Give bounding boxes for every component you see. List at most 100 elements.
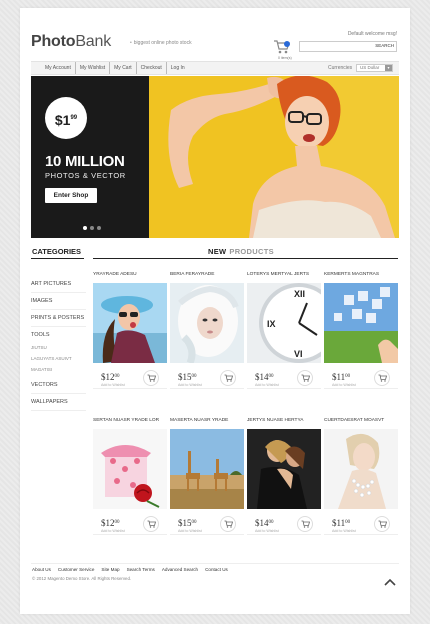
- footer-link-advanced-search[interactable]: Advanced Search: [162, 567, 198, 572]
- new-products-heading-light: PRODUCTS: [229, 247, 274, 256]
- currency-label: Currencies: [328, 65, 353, 71]
- product-card[interactable]: CUERTDAESRAT MOASVT $1100 Add to Wishlist: [324, 417, 398, 535]
- product-image[interactable]: [93, 429, 167, 509]
- category-item[interactable]: VECTORS: [31, 377, 86, 394]
- cart-count[interactable]: 0 item(s): [278, 56, 292, 60]
- product-card[interactable]: LOTERYS MERTYAL JERTS XII IX VI $1400 Add to …: [247, 271, 321, 389]
- product-name[interactable]: MASERTA NUASR YRADE: [170, 417, 244, 429]
- tagline: biggest online photo stock: [130, 40, 192, 46]
- footer-link-search-terms[interactable]: Search Terms: [127, 567, 155, 572]
- chevron-down-icon: ▾: [385, 65, 392, 71]
- new-products-heading: NEW PRODUCTS: [208, 247, 274, 256]
- add-to-cart-icon[interactable]: [374, 516, 390, 532]
- banner-panel: $199 10 MILLION PHOTOS & VECTOR Enter Sh…: [31, 76, 149, 238]
- add-to-wishlist-link[interactable]: Add to Wishlist: [332, 529, 356, 533]
- categories-list: ART PICTURES IMAGES PRINTS & POSTERS TOOLS J…: [31, 276, 86, 411]
- footer-link-site-map[interactable]: Site Map: [101, 567, 119, 572]
- category-item[interactable]: TOOLS: [31, 327, 86, 344]
- category-subitem[interactable]: LAGUYATS ASUIVT: [31, 355, 86, 366]
- add-to-wishlist-link[interactable]: Add to Wishlist: [255, 529, 279, 533]
- product-image[interactable]: [247, 429, 321, 509]
- price-cents: 99: [70, 115, 78, 121]
- price-main: $1: [54, 112, 71, 128]
- category-item[interactable]: ART PICTURES: [31, 276, 86, 293]
- product-footer: $1100 Add to Wishlist: [324, 509, 398, 535]
- add-to-wishlist-link[interactable]: Add to Wishlist: [255, 383, 279, 387]
- divider: [31, 258, 84, 259]
- hero-banner[interactable]: $199 10 MILLION PHOTOS & VECTOR Enter Sh…: [31, 76, 399, 238]
- add-to-wishlist-link[interactable]: Add to Wishlist: [178, 383, 202, 387]
- add-to-wishlist-link[interactable]: Add to Wishlist: [178, 529, 202, 533]
- product-name[interactable]: KERMERTS MAGNTRAS: [324, 271, 398, 283]
- category-item[interactable]: IMAGES: [31, 293, 86, 310]
- svg-text:XII: XII: [294, 289, 305, 299]
- add-to-cart-icon[interactable]: [143, 516, 159, 532]
- footer-link-customer-service[interactable]: Customer Service: [58, 567, 95, 572]
- add-to-cart-icon[interactable]: [374, 370, 390, 386]
- enter-shop-button[interactable]: Enter Shop: [45, 188, 97, 203]
- search-input[interactable]: SEARCH: [299, 41, 397, 52]
- product-image[interactable]: [170, 429, 244, 509]
- footer-link-about-us[interactable]: About Us: [32, 567, 51, 572]
- product-card[interactable]: SERTAN NUASR YRADE LOR $1200 Add to Wishli…: [93, 417, 167, 535]
- category-item[interactable]: PRINTS & POSTERS: [31, 310, 86, 327]
- slider-dot[interactable]: [97, 226, 101, 230]
- slider-dots: [83, 226, 101, 230]
- welcome-message: Default welcome msg!: [347, 31, 397, 37]
- product-price: $1100: [332, 372, 350, 382]
- add-to-cart-icon[interactable]: [143, 370, 159, 386]
- product-image[interactable]: [170, 283, 244, 363]
- product-card[interactable]: JERTYS NUASE HERTYA $1400 Add to Wishlist: [247, 417, 321, 535]
- banner-subtitle: PHOTOS & VECTOR: [45, 171, 126, 180]
- chevron-up-icon[interactable]: [383, 574, 397, 586]
- slider-dot[interactable]: [90, 226, 94, 230]
- price-cents: 00: [191, 520, 197, 525]
- product-image[interactable]: [93, 283, 167, 363]
- price-main: $11: [332, 518, 346, 528]
- currency-value: US Dollar: [360, 65, 380, 70]
- product-image[interactable]: [324, 429, 398, 509]
- product-card[interactable]: YRAYRADE ADESU $1200 Add to Wishlist: [93, 271, 167, 389]
- topnav-link-log-in[interactable]: Log In: [165, 62, 189, 74]
- price-cents: 00: [345, 520, 351, 525]
- product-name[interactable]: LOTERYS MERTYAL JERTS: [247, 271, 321, 283]
- logo[interactable]: PhotoBank: [31, 33, 111, 51]
- product-price: $1400: [255, 372, 274, 382]
- product-card[interactable]: KERMERTS MAGNTRAS $1100 Add to Wishlist: [324, 271, 398, 389]
- product-name[interactable]: YRAYRADE ADESU: [93, 271, 167, 283]
- topnav-link-my-account[interactable]: My Account: [41, 62, 75, 74]
- search-button[interactable]: SEARCH: [375, 43, 394, 48]
- add-to-wishlist-link[interactable]: Add to Wishlist: [332, 383, 356, 387]
- svg-text:VI: VI: [294, 349, 303, 359]
- footer-link-contact-us[interactable]: Contact Us: [205, 567, 228, 572]
- product-image[interactable]: XII IX VI: [247, 283, 321, 363]
- product-name[interactable]: BERIA FERAYRADE: [170, 271, 244, 283]
- currency-select[interactable]: US Dollar ▾: [356, 64, 393, 72]
- cart-icon[interactable]: [273, 39, 291, 55]
- topnav-link-my-wishlist[interactable]: My Wishlist: [74, 62, 109, 74]
- product-name[interactable]: SERTAN NUASR YRADE LOR: [93, 417, 167, 429]
- add-to-cart-icon[interactable]: [220, 370, 236, 386]
- product-footer: $1500 Add to Wishlist: [170, 363, 244, 389]
- category-subitem[interactable]: MAGATISI: [31, 366, 86, 377]
- topnav-link-checkout[interactable]: Checkout: [135, 62, 166, 74]
- topnav-link-my-cart[interactable]: My Cart: [109, 62, 136, 74]
- product-name[interactable]: JERTYS NUASE HERTYA: [247, 417, 321, 429]
- product-price: $1100: [332, 518, 350, 528]
- product-card[interactable]: BERIA FERAYRADE $1500 Add to Wishlist: [170, 271, 244, 389]
- product-card[interactable]: MASERTA NUASR YRADE $1500 Add to Wishlist: [170, 417, 244, 535]
- add-to-cart-icon[interactable]: [297, 516, 313, 532]
- logo-bold: Photo: [31, 33, 76, 50]
- product-footer: $1200 Add to Wishlist: [93, 363, 167, 389]
- price-main: $15: [178, 518, 192, 528]
- slider-dot[interactable]: [83, 226, 87, 230]
- add-to-wishlist-link[interactable]: Add to Wishlist: [101, 383, 125, 387]
- add-to-wishlist-link[interactable]: Add to Wishlist: [101, 529, 125, 533]
- category-item[interactable]: WALLPAPERS: [31, 394, 86, 411]
- add-to-cart-icon[interactable]: [220, 516, 236, 532]
- add-to-cart-icon[interactable]: [297, 370, 313, 386]
- product-name[interactable]: CUERTDAESRAT MOASVT: [324, 417, 398, 429]
- product-image[interactable]: [324, 283, 398, 363]
- category-subitem[interactable]: JIUTSU: [31, 344, 86, 355]
- price-main: $12: [101, 518, 115, 528]
